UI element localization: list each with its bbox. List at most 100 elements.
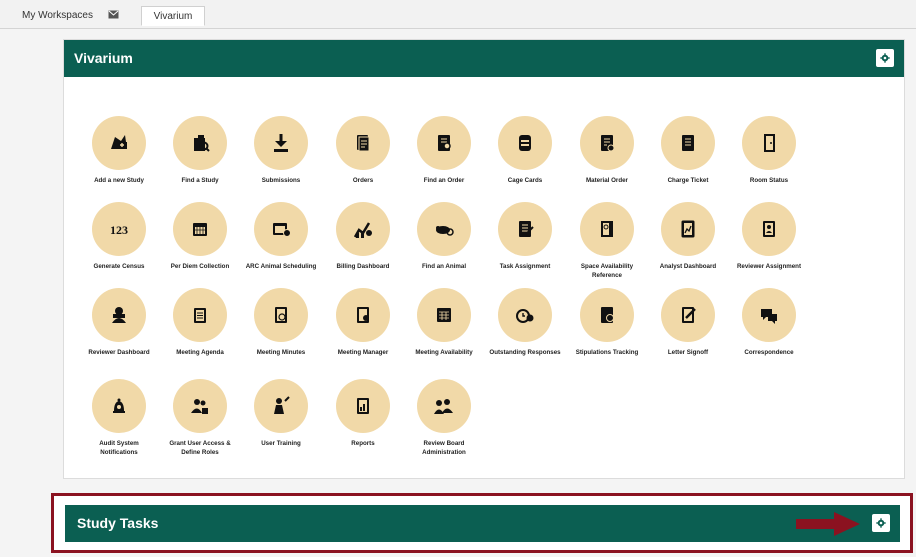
tile-icon-circle[interactable] — [417, 202, 471, 256]
space-availability-icon — [601, 221, 613, 237]
orders-icon — [357, 135, 370, 152]
panel-settings-button[interactable] — [876, 49, 894, 67]
tile-reviewer-dashboard[interactable]: Reviewer Dashboard — [78, 288, 160, 357]
tile-per-diem-collection[interactable]: Per Diem Collection — [159, 202, 241, 271]
tile-cage-cards[interactable]: Cage Cards — [484, 116, 566, 185]
tile-label: Meeting Minutes — [256, 349, 306, 356]
tile-icon-circle[interactable] — [417, 379, 471, 433]
tile-arc-animal-scheduling[interactable]: ARC Animal Scheduling — [240, 202, 322, 271]
tile-reviewer-assignment[interactable]: Reviewer Assignment — [728, 202, 810, 271]
tile-analyst-dashboard[interactable]: Analyst Dashboard — [647, 202, 729, 271]
tile-icon-circle[interactable] — [417, 288, 471, 342]
tile-label: Reports — [351, 440, 375, 447]
bell-icon — [113, 398, 125, 413]
tile-icon-circle[interactable] — [92, 288, 146, 342]
tile-icon-circle[interactable] — [580, 202, 634, 256]
tab-my-workspaces[interactable]: My Workspaces — [16, 6, 130, 26]
tile-icon-circle[interactable] — [742, 202, 796, 256]
tile-icon-circle[interactable] — [661, 116, 715, 170]
tile-icon-circle[interactable] — [336, 379, 390, 433]
envelope-icon[interactable] — [108, 10, 119, 19]
arrow-right-icon — [796, 512, 860, 536]
charge-ticket-icon — [682, 135, 694, 151]
tile-label: Reviewer Dashboard — [88, 349, 150, 356]
tile-meeting-availability[interactable]: Meeting Availability — [403, 288, 485, 357]
tile-stipulations-tracking[interactable]: Stipulations Tracking — [566, 288, 648, 357]
tile-icon-circle[interactable] — [498, 116, 552, 170]
tile-label: Stipulations Tracking — [575, 349, 639, 356]
tile-icon-circle[interactable] — [173, 116, 227, 170]
tile-icon-circle[interactable] — [254, 288, 308, 342]
analyst-dashboard-icon — [681, 220, 695, 238]
tile-orders[interactable]: Orders — [322, 116, 404, 185]
tile-icon-circle[interactable] — [498, 288, 552, 342]
tile-icon-circle[interactable] — [254, 379, 308, 433]
tile-label: Material Order — [586, 177, 628, 184]
vivarium-panel: Vivarium Add a new Study Find a Study Subm… — [63, 39, 905, 479]
tile-outstanding-responses[interactable]: Outstanding Responses — [484, 288, 566, 357]
tile-task-assignment[interactable]: Task Assignment — [484, 202, 566, 271]
tile-label: Task Assignment — [499, 263, 551, 270]
tile-icon-circle[interactable] — [661, 202, 715, 256]
tile-icon-circle[interactable] — [92, 379, 146, 433]
tile-icon-circle[interactable] — [336, 116, 390, 170]
tile-label: Grant User Access & Define Roles — [169, 440, 231, 456]
tab-vivarium[interactable]: Vivarium — [141, 6, 205, 26]
tile-user-training[interactable]: User Training — [240, 379, 322, 448]
tile-review-board-administration[interactable]: Review Board Administration — [403, 379, 485, 457]
tile-submissions[interactable]: Submissions — [240, 116, 322, 185]
tile-find-an-animal[interactable]: Find an Animal — [403, 202, 485, 271]
tile-label: Add a new Study — [94, 177, 144, 184]
tile-grant-user-access-define-roles[interactable]: Grant User Access & Define Roles — [159, 379, 241, 457]
tile-label: Per Diem Collection — [170, 263, 230, 270]
tile-space-availability-reference[interactable]: Space Availability Reference — [566, 202, 648, 280]
tile-icon-circle[interactable]: 123 — [92, 202, 146, 256]
tile-meeting-minutes[interactable]: Meeting Minutes — [240, 288, 322, 357]
tile-icon-circle[interactable] — [417, 116, 471, 170]
find-order-icon — [438, 135, 451, 151]
tab-my-workspaces-label: My Workspaces — [22, 10, 93, 21]
tile-icon-circle[interactable] — [742, 116, 796, 170]
tile-icon-circle[interactable] — [92, 116, 146, 170]
tile-icon-circle[interactable] — [580, 288, 634, 342]
tile-charge-ticket[interactable]: Charge Ticket — [647, 116, 729, 185]
tile-icon-circle[interactable] — [498, 202, 552, 256]
tile-add-a-new-study[interactable]: Add a new Study — [78, 116, 160, 185]
tile-material-order[interactable]: Material Order — [566, 116, 648, 185]
tile-letter-signoff[interactable]: Letter Signoff — [647, 288, 729, 357]
calendar-icon — [193, 223, 207, 236]
tile-correspondence[interactable]: Correspondence — [728, 288, 810, 357]
alarm-clock-icon — [516, 309, 534, 323]
tile-billing-dashboard[interactable]: Billing Dashboard — [322, 202, 404, 271]
chat-bubbles-icon — [761, 309, 777, 324]
tile-icon-circle[interactable] — [173, 202, 227, 256]
tile-icon-circle[interactable] — [742, 288, 796, 342]
tile-meeting-agenda[interactable]: Meeting Agenda — [159, 288, 241, 357]
tile-audit-system-notifications[interactable]: Audit System Notifications — [78, 379, 160, 457]
tile-icon-circle[interactable] — [173, 379, 227, 433]
tile-label: Reviewer Assignment — [736, 263, 802, 270]
tile-find-a-study[interactable]: Find a Study — [159, 116, 241, 185]
user-lock-icon — [191, 399, 208, 414]
tile-label: Submissions — [261, 177, 301, 184]
tile-icon-circle[interactable] — [661, 288, 715, 342]
tile-room-status[interactable]: Room Status — [728, 116, 810, 185]
tile-icon-circle[interactable] — [336, 288, 390, 342]
tile-reports[interactable]: Reports — [322, 379, 404, 448]
tile-label: ARC Animal Scheduling — [245, 263, 317, 270]
study-tasks-settings-button[interactable] — [872, 514, 890, 532]
tile-label: Analyst Dashboard — [659, 263, 717, 270]
tile-label: Room Status — [749, 177, 789, 184]
stipulations-icon — [601, 307, 614, 323]
tile-icon-circle[interactable] — [336, 202, 390, 256]
meeting-manager-icon — [357, 307, 369, 323]
tile-icon-circle[interactable] — [580, 116, 634, 170]
tile-icon-circle[interactable] — [254, 202, 308, 256]
tile-find-an-order[interactable]: Find an Order — [403, 116, 485, 185]
tile-generate-census[interactable]: 123 Generate Census — [78, 202, 160, 271]
tile-icon-circle[interactable] — [173, 288, 227, 342]
scheduling-icon — [273, 223, 291, 237]
study-tasks-title: Study Tasks — [77, 515, 159, 531]
tile-icon-circle[interactable] — [254, 116, 308, 170]
tile-meeting-manager[interactable]: Meeting Manager — [322, 288, 404, 357]
